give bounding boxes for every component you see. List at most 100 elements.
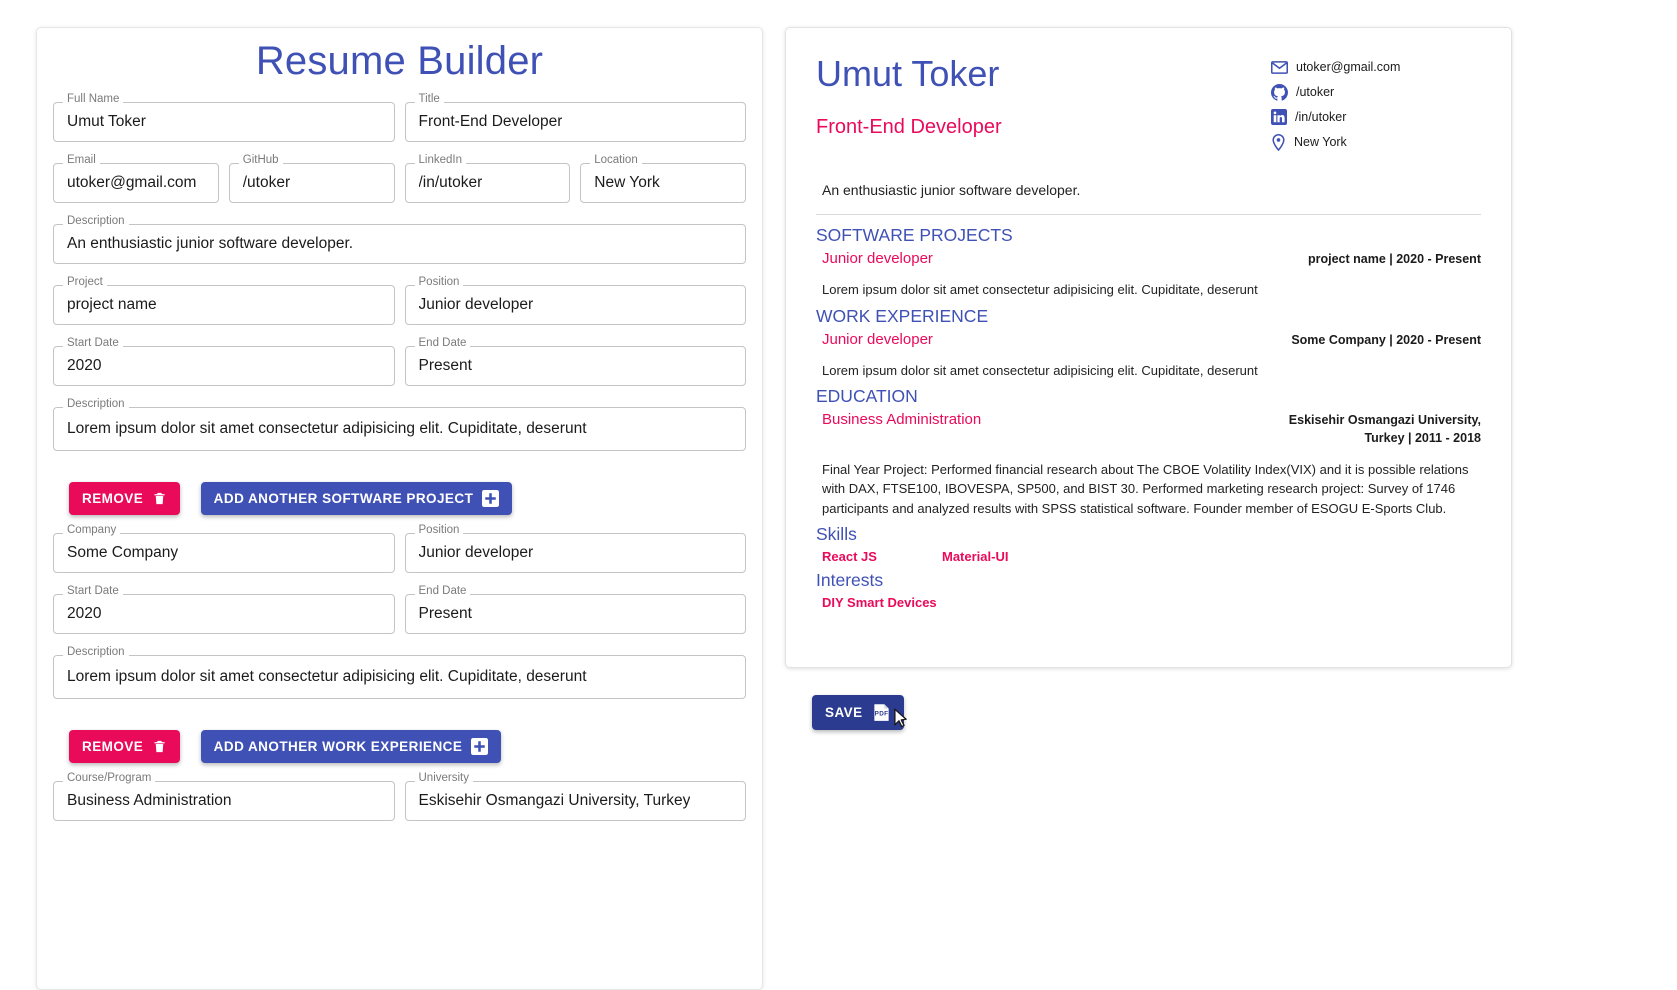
field-project[interactable]: project name Project [53, 276, 395, 325]
field-work-description-value: Lorem ipsum dolor sit amet consectetur a… [67, 668, 587, 685]
plus-icon [482, 490, 500, 507]
field-summary-description[interactable]: An enthusiastic junior software develope… [53, 215, 746, 264]
field-work-position-value: Junior developer [418, 544, 534, 561]
field-project-description[interactable]: Lorem ipsum dolor sit amet consectetur a… [53, 398, 746, 451]
field-company[interactable]: Some Company Company [53, 524, 395, 573]
field-project-end-date-value: Present [418, 357, 472, 374]
field-work-end-date[interactable]: Present End Date [404, 585, 746, 634]
field-project-start-date[interactable]: 2020 Start Date [53, 337, 395, 386]
field-linkedin-box[interactable]: /in/utoker [404, 163, 571, 203]
field-location[interactable]: New York Location [580, 154, 746, 203]
education-entry: Business Administration Eskisehir Osmang… [816, 411, 1481, 447]
field-course-program-value: Business Administration [67, 792, 232, 809]
skill-item: React JS [822, 549, 877, 564]
save-pdf-button-label: SAVE [825, 705, 863, 720]
add-software-project-button[interactable]: ADD ANOTHER SOFTWARE PROJECT [200, 482, 513, 515]
field-work-description-box[interactable]: Lorem ipsum dolor sit amet consectetur a… [53, 655, 746, 699]
field-university-value: Eskisehir Osmangazi University, Turkey [418, 792, 691, 809]
field-work-start-date-label: Start Date [63, 585, 123, 598]
contact-list: utoker@gmail.com /utoker /in/utoker New … [1271, 58, 1481, 158]
field-work-end-date-label: End Date [414, 585, 471, 598]
field-company-value: Some Company [67, 544, 179, 561]
field-work-description-label: Description [63, 646, 129, 659]
field-full-name-box[interactable]: Umut Toker [53, 102, 395, 142]
field-company-label: Company [63, 524, 121, 537]
save-button-wrap: SAVE PDF [812, 695, 1515, 730]
field-title[interactable]: Front-End Developer Title [404, 93, 746, 142]
field-project-description-box[interactable]: Lorem ipsum dolor sit amet consectetur a… [53, 407, 746, 451]
contact-linkedin-value: /in/utoker [1295, 110, 1347, 124]
field-project-end-date[interactable]: Present End Date [404, 337, 746, 386]
project-entry: Junior developer project name | 2020 - P… [816, 250, 1481, 268]
resume-form-card: Resume Builder Umut Toker Full Name Fron… [36, 27, 763, 990]
form-row-work-description: Lorem ipsum dolor sit amet consectetur a… [53, 646, 746, 699]
field-work-start-date[interactable]: 2020 Start Date [53, 585, 395, 634]
svg-text:PDF: PDF [874, 711, 888, 718]
field-work-position-label: Position [414, 524, 464, 537]
pdf-icon: PDF [873, 704, 889, 721]
field-project-label: Project [63, 276, 107, 289]
section-heading-interests: Interests [816, 570, 884, 590]
field-project-box[interactable]: project name [53, 285, 395, 325]
field-email-value: utoker@gmail.com [67, 174, 197, 191]
field-github-box[interactable]: /utoker [228, 163, 395, 203]
field-project-start-date-label: Start Date [63, 337, 123, 350]
field-email-label: Email [63, 154, 100, 167]
field-github-value: /utoker [242, 174, 291, 191]
field-github[interactable]: /utoker GitHub [228, 154, 395, 203]
field-summary-description-box[interactable]: An enthusiastic junior software develope… [53, 224, 746, 264]
education-entry-description: Final Year Project: Performed financial … [822, 461, 1469, 516]
education-entry-meta: Eskisehir Osmangazi University, Turkey |… [1288, 413, 1481, 446]
field-full-name[interactable]: Umut Toker Full Name [53, 93, 395, 142]
github-icon [1271, 83, 1288, 101]
field-work-position[interactable]: Junior developer Position [404, 524, 746, 573]
contact-github: /utoker [1271, 83, 1481, 101]
field-university[interactable]: Eskisehir Osmangazi University, Turkey U… [404, 772, 746, 821]
field-email-box[interactable]: utoker@gmail.com [53, 163, 219, 203]
resume-header: Umut Toker Front-End Developer utoker@gm… [816, 53, 1481, 158]
field-company-box[interactable]: Some Company [53, 533, 395, 573]
remove-work-button-label: REMOVE [82, 739, 144, 754]
field-location-box[interactable]: New York [580, 163, 746, 203]
trash-icon [154, 740, 165, 753]
interests-list: DIY Smart Devices [822, 595, 1481, 610]
field-course-program-label: Course/Program [63, 772, 156, 785]
form-row-contact: utoker@gmail.com Email /utoker GitHub /i… [53, 154, 746, 203]
field-project-position[interactable]: Junior developer Position [404, 276, 746, 325]
field-full-name-value: Umut Toker [67, 113, 146, 130]
field-course-program-box[interactable]: Business Administration [53, 781, 395, 821]
field-title-value: Front-End Developer [418, 113, 563, 130]
field-course-program[interactable]: Business Administration Course/Program [53, 772, 395, 821]
field-linkedin[interactable]: /in/utoker LinkedIn [404, 154, 571, 203]
field-project-end-date-box[interactable]: Present [404, 346, 746, 386]
field-work-description[interactable]: Lorem ipsum dolor sit amet consectetur a… [53, 646, 746, 699]
field-project-start-date-box[interactable]: 2020 [53, 346, 395, 386]
add-work-experience-button[interactable]: ADD ANOTHER WORK EXPERIENCE [200, 730, 502, 763]
field-university-box[interactable]: Eskisehir Osmangazi University, Turkey [404, 781, 746, 821]
field-project-position-box[interactable]: Junior developer [404, 285, 746, 325]
field-project-value: project name [67, 296, 157, 313]
field-title-box[interactable]: Front-End Developer [404, 102, 746, 142]
resume-job-title: Front-End Developer [816, 116, 1002, 139]
contact-email-value: utoker@gmail.com [1296, 60, 1401, 74]
save-pdf-button[interactable]: SAVE PDF [812, 695, 904, 730]
remove-project-button[interactable]: REMOVE [69, 482, 181, 515]
skills-list: React JS Material-UI [822, 549, 1481, 564]
add-software-project-button-label: ADD ANOTHER SOFTWARE PROJECT [213, 491, 474, 506]
field-work-end-date-box[interactable]: Present [404, 594, 746, 634]
email-icon [1271, 60, 1288, 74]
field-work-position-box[interactable]: Junior developer [404, 533, 746, 573]
field-email[interactable]: utoker@gmail.com Email [53, 154, 219, 203]
location-pin-icon [1272, 133, 1285, 151]
form-row-summary: An enthusiastic junior software develope… [53, 215, 746, 264]
form-row-project-dates: 2020 Start Date Present End Date [53, 337, 746, 386]
field-project-position-label: Position [414, 276, 464, 289]
contact-linkedin: /in/utoker [1271, 108, 1481, 126]
contact-github-value: /utoker [1296, 85, 1335, 99]
field-work-start-date-box[interactable]: 2020 [53, 594, 395, 634]
field-work-start-date-value: 2020 [67, 605, 102, 622]
section-divider [816, 214, 1481, 215]
resume-identity: Umut Toker Front-End Developer [816, 53, 1002, 139]
remove-work-button[interactable]: REMOVE [69, 730, 181, 763]
interest-item: DIY Smart Devices [822, 595, 937, 610]
